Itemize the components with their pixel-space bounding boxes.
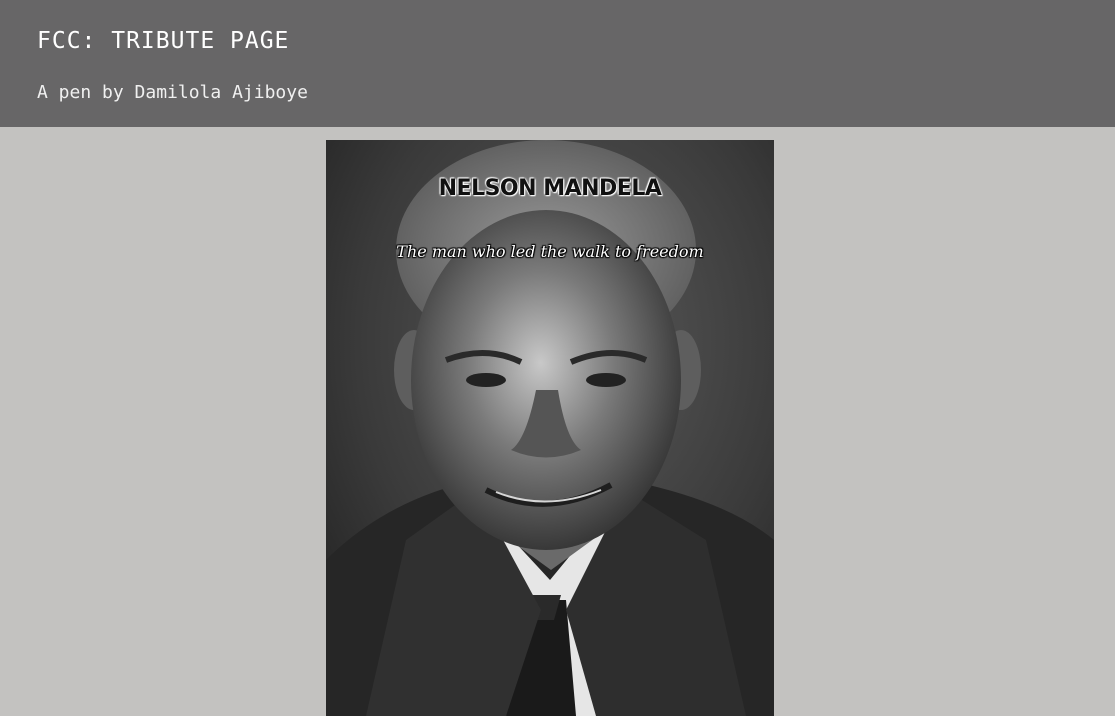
author-byline: A pen by Damilola Ajiboye <box>37 82 308 103</box>
portrait-tagline: The man who led the walk to freedom <box>396 242 704 261</box>
portrait-heading: NELSON MANDELA <box>438 176 662 201</box>
page-title: FCC: TRIBUTE PAGE <box>37 28 290 54</box>
portrait-photo-icon <box>326 140 774 716</box>
page-header: FCC: TRIBUTE PAGE A pen by Damilola Ajib… <box>0 0 1115 127</box>
tribute-portrait: NELSON MANDELA The man who led the walk … <box>326 140 774 716</box>
